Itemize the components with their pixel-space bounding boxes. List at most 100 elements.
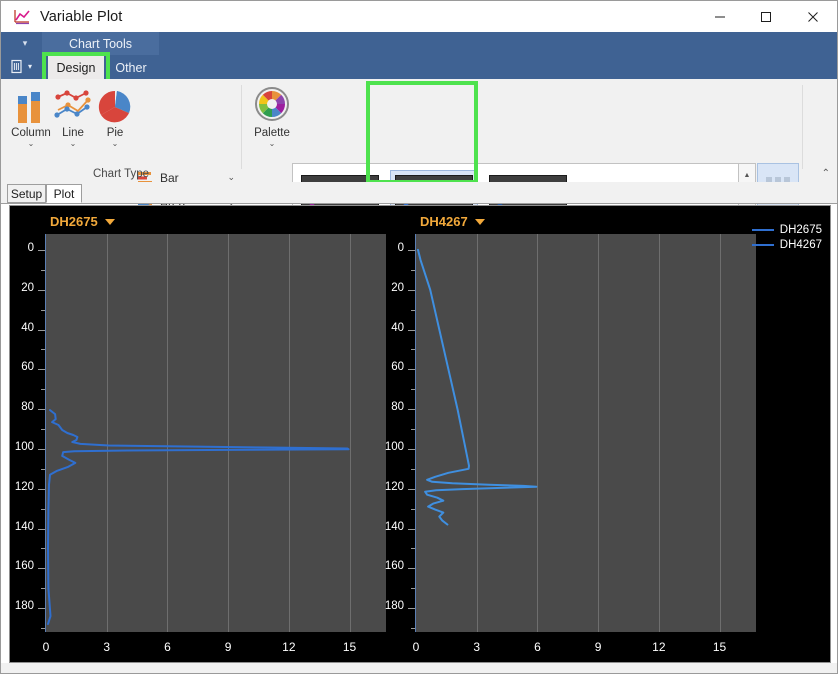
- column-chart-caret[interactable]: ⌄: [28, 140, 35, 148]
- gridline-x: [598, 234, 599, 632]
- x-axis-label: 0: [31, 640, 61, 654]
- y-tick-major: [408, 250, 415, 251]
- y-axis-label: 100: [376, 441, 404, 453]
- x-axis-label: 15: [335, 640, 365, 654]
- y-tick-minor: [411, 310, 415, 311]
- chart-title-dh2675[interactable]: DH2675: [50, 214, 115, 229]
- y-tick-minor: [41, 310, 45, 311]
- group-chart-type: Column ⌄: [1, 79, 241, 182]
- y-tick-minor: [411, 628, 415, 629]
- gridline-x: [720, 234, 721, 632]
- tab-plot[interactable]: Plot: [46, 184, 82, 203]
- group-label-chart-type: Chart Type: [1, 168, 241, 180]
- y-axis-label: 0: [376, 242, 404, 254]
- y-tick-major: [408, 369, 415, 370]
- gridline-x: [167, 234, 168, 632]
- x-axis-label: 3: [462, 640, 492, 654]
- y-axis-label: 80: [6, 401, 34, 413]
- column-chart-icon: [11, 84, 51, 124]
- y-axis-label: 140: [6, 521, 34, 533]
- x-axis-label: 9: [213, 640, 243, 654]
- y-tick-minor: [411, 270, 415, 271]
- palette-caret[interactable]: ⌄: [269, 140, 276, 148]
- gridline-x: [289, 234, 290, 632]
- y-axis-label: 60: [6, 361, 34, 373]
- y-axis-label: 120: [376, 481, 404, 493]
- gridline-x: [477, 234, 478, 632]
- y-axis-label: 60: [376, 361, 404, 373]
- legend-swatch-dh2675: [752, 229, 774, 231]
- maximize-button[interactable]: [743, 1, 789, 32]
- y-tick-minor: [41, 628, 45, 629]
- tab-setup[interactable]: Setup: [7, 184, 46, 203]
- tab-design[interactable]: Design: [48, 56, 104, 79]
- contextual-tab-title: Chart Tools: [42, 32, 159, 55]
- status-bar: [1, 663, 837, 673]
- y-tick-minor: [41, 509, 45, 510]
- plot-area-dh4267: [416, 234, 756, 632]
- y-tick-major: [408, 449, 415, 450]
- close-button[interactable]: [789, 1, 837, 32]
- ribbon-tab-strip: ▾ ▾ Chart Tools Design Other: [1, 32, 837, 79]
- line-chart-icon: [52, 84, 94, 124]
- pie-chart-label: Pie: [107, 127, 124, 139]
- chart-title-dropdown-caret[interactable]: [105, 219, 115, 225]
- legend-label-dh4267: DH4267: [780, 239, 822, 251]
- y-axis-label: 180: [376, 600, 404, 612]
- ribbon-body: Column ⌄: [1, 79, 837, 183]
- gridline-x: [350, 234, 351, 632]
- y-tick-major: [38, 449, 45, 450]
- y-tick-major: [408, 568, 415, 569]
- y-tick-major: [38, 250, 45, 251]
- chart-title-dh4267[interactable]: DH4267: [420, 214, 485, 229]
- y-axis-line: [415, 234, 416, 632]
- quick-access-dropdown[interactable]: ▾: [7, 34, 43, 53]
- x-axis-label: 0: [401, 640, 431, 654]
- ribbon-menu-icon[interactable]: ▾: [11, 56, 45, 76]
- legend-entry-dh2675: DH2675: [752, 222, 822, 237]
- pie-chart-caret[interactable]: ⌄: [112, 140, 119, 148]
- x-axis-label: 12: [644, 640, 674, 654]
- y-axis-label: 160: [6, 560, 34, 572]
- y-tick-major: [38, 369, 45, 370]
- line-chart-label: Line: [62, 127, 84, 139]
- tab-other[interactable]: Other: [108, 56, 154, 79]
- minimize-button[interactable]: [697, 1, 743, 32]
- gridline-x: [228, 234, 229, 632]
- y-tick-minor: [411, 588, 415, 589]
- y-axis-label: 20: [6, 282, 34, 294]
- y-tick-minor: [41, 349, 45, 350]
- y-tick-minor: [41, 270, 45, 271]
- column-chart-label: Column: [11, 127, 51, 139]
- y-tick-minor: [411, 349, 415, 350]
- y-tick-minor: [411, 509, 415, 510]
- x-axis-label: 3: [92, 640, 122, 654]
- ribbon-collapse-caret[interactable]: ⌃: [822, 168, 830, 179]
- gridline-x: [659, 234, 660, 632]
- y-tick-major: [408, 330, 415, 331]
- y-tick-major: [408, 608, 415, 609]
- y-axis-label: 40: [6, 322, 34, 334]
- chart-title-dropdown-caret[interactable]: [475, 219, 485, 225]
- y-axis-label: 0: [6, 242, 34, 254]
- y-tick-minor: [41, 389, 45, 390]
- y-tick-minor: [41, 469, 45, 470]
- y-axis-line: [45, 234, 46, 632]
- palette-label: Palette: [254, 127, 290, 139]
- y-tick-major: [408, 489, 415, 490]
- x-axis-label: 15: [705, 640, 735, 654]
- x-axis-label: 9: [583, 640, 613, 654]
- chart-legend: DH2675 DH4267: [752, 222, 822, 252]
- y-tick-major: [408, 409, 415, 410]
- variable-plot-window: Variable Plot ▾ ▾ Chart Tools Design Oth…: [0, 0, 838, 674]
- plot-area-dh2675: [46, 234, 386, 632]
- palette-icon: [252, 84, 292, 124]
- y-axis-label: 100: [6, 441, 34, 453]
- palette-button[interactable]: Palette ⌄: [246, 84, 298, 162]
- pie-chart-button[interactable]: Pie ⌄: [89, 84, 141, 162]
- line-chart-caret[interactable]: ⌄: [70, 140, 77, 148]
- y-axis-label: 40: [376, 322, 404, 334]
- chart-title-text: DH2675: [50, 214, 98, 229]
- y-tick-minor: [411, 429, 415, 430]
- pie-chart-icon: [94, 84, 136, 124]
